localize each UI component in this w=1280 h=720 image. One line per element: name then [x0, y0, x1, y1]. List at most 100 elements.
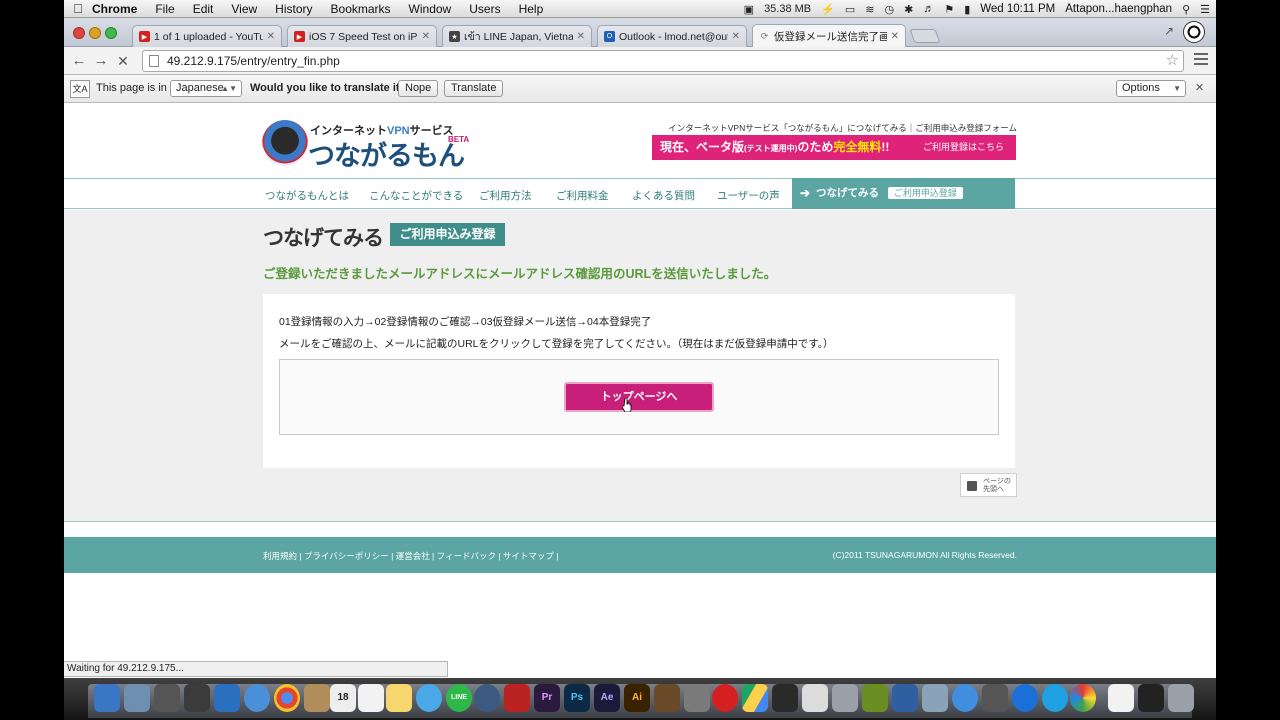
nav-features[interactable]: こんなことができる: [369, 188, 463, 203]
tab-youtube-upload[interactable]: ▶ 1 of 1 uploaded - YouTub ✕: [132, 25, 282, 47]
footer-links[interactable]: 利用規約 | プライバシーポリシー | 運営会社 | フィードバック | サイト…: [263, 550, 558, 562]
fullscreen-icon[interactable]: ↗: [1164, 24, 1174, 38]
nav-about[interactable]: つながるもんとは: [265, 188, 349, 203]
flag-app-icon[interactable]: [862, 684, 888, 712]
google-drive-icon[interactable]: [742, 684, 768, 712]
nav-user-voices[interactable]: ユーザーの声: [717, 188, 780, 203]
minimize-window-icon[interactable]: [89, 27, 101, 39]
reminders-icon[interactable]: [358, 684, 384, 712]
color-picker-icon[interactable]: [1070, 684, 1096, 712]
keyboard-icon[interactable]: [802, 684, 828, 712]
menu-view[interactable]: View: [231, 2, 257, 16]
tab-close-icon[interactable]: ✕: [577, 31, 585, 42]
close-infobar-icon[interactable]: ✕: [1195, 81, 1204, 94]
power-icon[interactable]: ⚡: [821, 3, 835, 16]
new-tab-button[interactable]: [909, 29, 941, 43]
memory-readout[interactable]: 35.38 MB: [764, 3, 811, 15]
documents-stack-icon[interactable]: [1108, 684, 1134, 712]
memory-monitor-icon[interactable]: ▣: [744, 3, 754, 16]
menu-app-name[interactable]: Chrome: [92, 2, 137, 16]
tab-close-icon[interactable]: ✕: [267, 31, 275, 42]
safari-icon[interactable]: [244, 684, 270, 712]
photo-booth-icon[interactable]: [504, 684, 530, 712]
printer-icon[interactable]: [832, 684, 858, 712]
imovie-icon[interactable]: [772, 684, 798, 712]
record-icon[interactable]: [712, 684, 738, 712]
notification-center-icon[interactable]: ☰: [1200, 3, 1210, 16]
banner-register-link[interactable]: ご利用登録はこちら: [923, 135, 1004, 160]
tab-active-registration[interactable]: ⟳ 仮登録メール送信完了画面 | ✕: [752, 24, 906, 48]
nav-how-to-use[interactable]: ご利用方法: [479, 188, 532, 203]
tab-close-icon[interactable]: ✕: [891, 31, 899, 42]
bookmark-star-icon[interactable]: ☆: [1166, 51, 1179, 71]
tab-close-icon[interactable]: ✕: [732, 31, 740, 42]
stop-loading-icon[interactable]: ✕: [114, 52, 132, 70]
notes-icon[interactable]: [386, 684, 412, 712]
airplay-icon[interactable]: ▭: [845, 3, 855, 16]
photoshop-icon[interactable]: Ps: [564, 684, 590, 712]
preview-icon[interactable]: [124, 684, 150, 712]
tab-ios7-speed-test[interactable]: ▶ iOS 7 Speed Test on iPhon ✕: [287, 25, 437, 47]
menu-bookmarks[interactable]: Bookmarks: [331, 2, 391, 16]
music-app-icon[interactable]: [684, 684, 710, 712]
finder-icon[interactable]: [94, 684, 120, 712]
nope-button[interactable]: Nope: [398, 80, 439, 97]
profile-avatar-icon[interactable]: [1183, 21, 1205, 43]
back-arrow-icon[interactable]: ←: [70, 52, 88, 70]
address-bar[interactable]: 49.212.9.175/entry/entry_fin.php ☆: [142, 50, 1184, 72]
close-window-icon[interactable]: [73, 27, 85, 39]
bluetooth-icon[interactable]: ✱: [904, 3, 913, 16]
activity-monitor-icon[interactable]: [184, 684, 210, 712]
utilities-icon[interactable]: [154, 684, 180, 712]
illustrator-icon[interactable]: Ai: [624, 684, 650, 712]
messages-icon[interactable]: [416, 684, 442, 712]
source-language-select[interactable]: Japanese ▲▼: [170, 80, 242, 97]
app-store-update-icon[interactable]: [952, 684, 978, 712]
garageband-icon[interactable]: [654, 684, 680, 712]
tab-line-japan[interactable]: ★ เข้า LINE Japan, Vietnam, Ko ✕: [442, 25, 592, 47]
translate-options-button[interactable]: Options ▼: [1116, 80, 1186, 97]
menu-window[interactable]: Window: [409, 2, 452, 16]
chrome-menu-icon[interactable]: [1194, 53, 1208, 67]
skype-icon[interactable]: [1042, 684, 1068, 712]
translate-button[interactable]: Translate: [444, 80, 504, 97]
chrome-icon[interactable]: [274, 684, 300, 712]
nav-try-connect[interactable]: ➔ つなげてみる ご利用申込登録: [792, 178, 1015, 209]
forward-arrow-icon[interactable]: →: [92, 52, 110, 70]
line-app-icon[interactable]: LINE: [446, 684, 472, 712]
battery-icon[interactable]: ▮: [964, 3, 970, 16]
site-logo[interactable]: インターネットVPNサービス つながるもん BETA: [262, 118, 477, 171]
nav-pricing[interactable]: ご利用料金: [556, 188, 609, 203]
system-preferences-icon[interactable]: [982, 684, 1008, 712]
quicktime-icon[interactable]: [474, 684, 500, 712]
spotlight-icon[interactable]: ⚲: [1182, 3, 1190, 16]
menubar-user[interactable]: Attapon...haengphan: [1065, 3, 1172, 15]
ios-simulator-icon[interactable]: [892, 684, 918, 712]
after-effects-icon[interactable]: Ae: [594, 684, 620, 712]
time-machine-icon[interactable]: ◷: [884, 3, 894, 16]
premiere-icon[interactable]: Pr: [534, 684, 560, 712]
downloads-stack-icon[interactable]: [1138, 684, 1164, 712]
tab-outlook[interactable]: O Outlook - lmod.net@outlo ✕: [597, 25, 747, 47]
menu-users[interactable]: Users: [469, 2, 500, 16]
menu-file[interactable]: File: [155, 2, 174, 16]
wifi-icon[interactable]: ≋: [865, 3, 874, 16]
menu-history[interactable]: History: [275, 2, 312, 16]
zoom-window-icon[interactable]: [105, 27, 117, 39]
apple-menu-icon[interactable]: : [64, 1, 92, 16]
menubar-clock[interactable]: Wed 10:11 PM: [980, 3, 1055, 15]
menu-edit[interactable]: Edit: [193, 2, 214, 16]
contacts-icon[interactable]: [304, 684, 330, 712]
trash-icon[interactable]: [1168, 684, 1194, 712]
top-page-button[interactable]: トップページへ: [564, 382, 714, 412]
nav-faq[interactable]: よくある質問: [632, 188, 695, 203]
tab-close-icon[interactable]: ✕: [422, 31, 430, 42]
disk-utility-icon[interactable]: [922, 684, 948, 712]
vpn-app-icon[interactable]: [1012, 684, 1038, 712]
menu-help[interactable]: Help: [519, 2, 544, 16]
app-store-icon[interactable]: [214, 684, 240, 712]
page-top-link[interactable]: ページの 先頭へ: [960, 473, 1017, 497]
calendar-icon[interactable]: 18: [330, 684, 356, 712]
volume-icon[interactable]: ♬: [923, 3, 934, 15]
beta-free-banner[interactable]: 現在、ベータ版(テスト運用中)のため完全無料!! ご利用登録はこちら: [652, 135, 1016, 160]
